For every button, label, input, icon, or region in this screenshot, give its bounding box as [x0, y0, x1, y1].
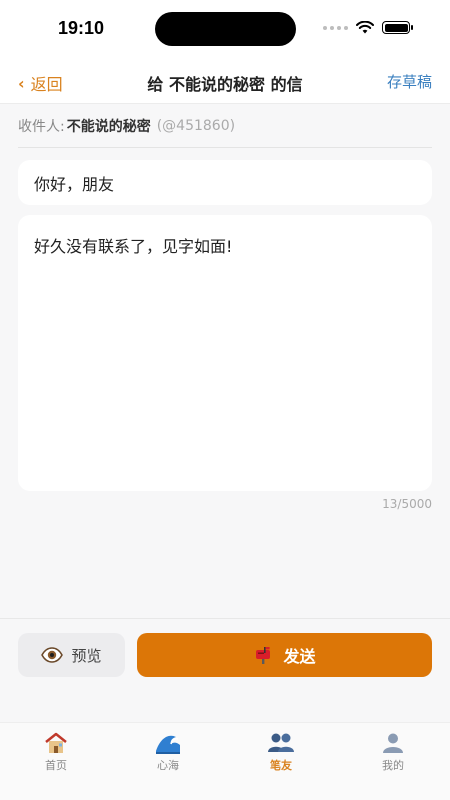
nav-bar: ‹ 返回 给 不能说的秘密 的信 存草稿 — [0, 58, 450, 104]
tab-heart-sea[interactable]: 心海 — [128, 731, 208, 773]
signal-icon — [323, 25, 348, 30]
home-icon — [45, 732, 67, 753]
wifi-icon — [356, 21, 374, 34]
dynamic-island — [155, 12, 296, 46]
tab-profile-label: 我的 — [382, 759, 404, 772]
page-title: 给 不能说的秘密 的信 — [147, 75, 303, 94]
mailbox-icon — [256, 647, 271, 664]
action-bar: 预览 发送 — [0, 618, 450, 692]
profile-icon — [383, 733, 403, 753]
status-icons — [323, 21, 413, 34]
status-bar: 19:10 — [0, 0, 450, 58]
wave-icon — [156, 735, 180, 754]
save-draft-button[interactable]: 存草稿 — [387, 71, 432, 92]
tab-home[interactable]: 首页 — [16, 731, 96, 773]
recipient-name: 不能说的秘密 — [66, 118, 151, 135]
recipient-label: 收件人: — [18, 118, 65, 135]
tab-profile[interactable]: 我的 — [353, 731, 433, 773]
status-time: 19:10 — [58, 18, 105, 38]
eye-icon — [41, 647, 64, 663]
recipient-row: 收件人: 不能说的秘密 (@451860) — [18, 104, 432, 148]
tab-penpals[interactable]: 笔友 — [241, 731, 321, 773]
tab-bar: 首页 心海 笔友 我的 — [0, 722, 450, 800]
penpals-icon — [268, 733, 294, 752]
tab-home-label: 首页 — [45, 759, 67, 772]
preview-label: 预览 — [71, 646, 102, 665]
tab-heart-sea-label: 心海 — [157, 759, 179, 772]
greeting-text: 你好，朋友 — [34, 174, 115, 194]
battery-icon — [382, 21, 413, 34]
preview-button[interactable]: 预览 — [18, 633, 125, 677]
send-button[interactable]: 发送 — [137, 633, 432, 677]
letter-body-textarea[interactable]: 好久没有联系了，见字如面! — [18, 215, 432, 491]
recipient-id: (@451860) — [156, 117, 236, 134]
greeting-input[interactable]: 你好，朋友 — [18, 160, 432, 205]
send-label: 发送 — [283, 647, 316, 666]
letter-body-text: 好久没有联系了，见字如面! — [34, 237, 233, 256]
tab-penpals-label: 笔友 — [270, 759, 292, 772]
char-count: 13/5000 — [382, 497, 432, 511]
